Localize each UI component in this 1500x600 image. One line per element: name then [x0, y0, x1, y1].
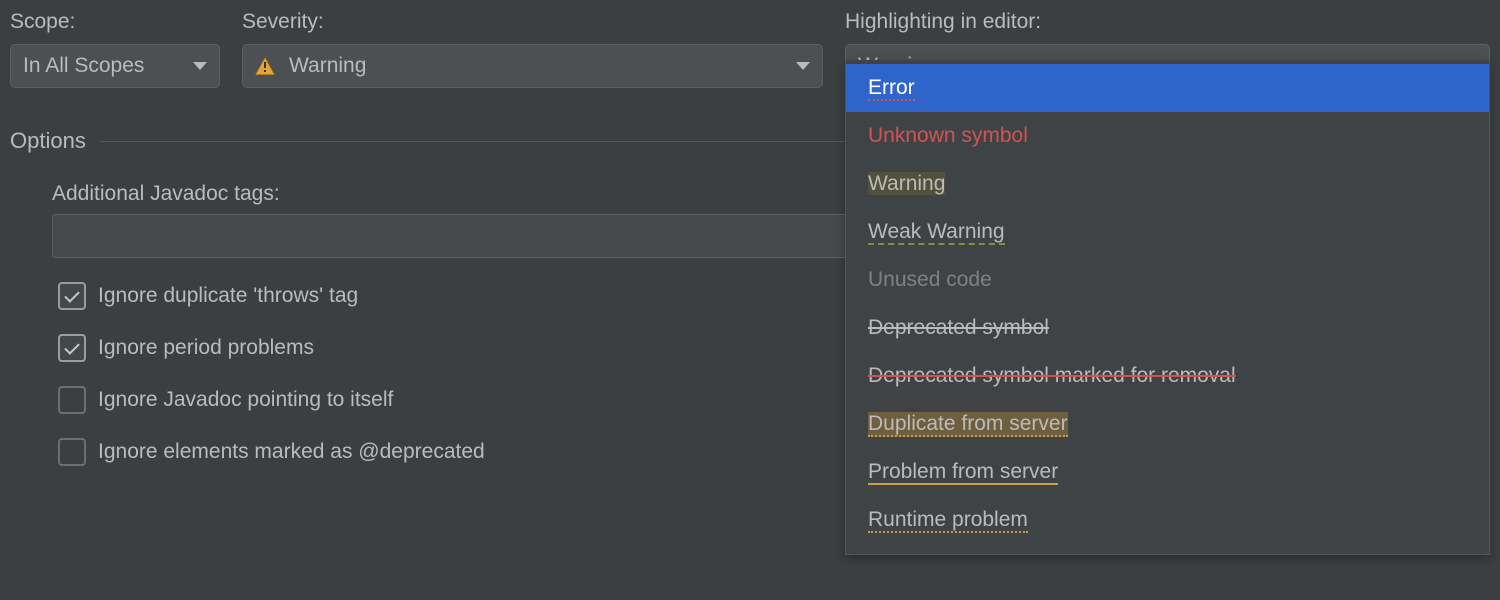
- chevron-down-icon: [796, 62, 810, 70]
- scope-combo[interactable]: In All Scopes: [10, 44, 220, 88]
- highlighting-option-deprecated-rm[interactable]: Deprecated symbol marked for removal: [846, 352, 1489, 400]
- severity-label: Severity:: [242, 10, 823, 34]
- warning-triangle-icon: [255, 57, 275, 75]
- checkbox[interactable]: [58, 282, 86, 310]
- checkbox-label: Ignore Javadoc pointing to itself: [98, 388, 393, 412]
- checkbox[interactable]: [58, 334, 86, 362]
- highlighting-option-dup[interactable]: Duplicate from server: [846, 400, 1489, 448]
- highlighting-label: Highlighting in editor:: [845, 10, 1490, 34]
- checkbox-label: Ignore period problems: [98, 336, 314, 360]
- highlighting-option-weak[interactable]: Weak Warning: [846, 208, 1489, 256]
- highlighting-dropdown: ErrorUnknown symbolWarningWeak WarningUn…: [845, 60, 1490, 555]
- scope-label: Scope:: [10, 10, 220, 34]
- highlighting-option-unknown[interactable]: Unknown symbol: [846, 112, 1489, 160]
- checkbox[interactable]: [58, 438, 86, 466]
- highlighting-option-warning[interactable]: Warning: [846, 160, 1489, 208]
- chevron-down-icon: [193, 62, 207, 70]
- highlighting-option-runtime[interactable]: Runtime problem: [846, 496, 1489, 544]
- checkbox-label: Ignore duplicate 'throws' tag: [98, 284, 358, 308]
- checkbox[interactable]: [58, 386, 86, 414]
- highlighting-option-prob[interactable]: Problem from server: [846, 448, 1489, 496]
- highlighting-option-deprecated[interactable]: Deprecated symbol: [846, 304, 1489, 352]
- highlighting-option-unused[interactable]: Unused code: [846, 256, 1489, 304]
- scope-value: In All Scopes: [23, 54, 144, 78]
- checkbox-label: Ignore elements marked as @deprecated: [98, 440, 485, 464]
- highlighting-option-error[interactable]: Error: [846, 64, 1489, 112]
- severity-combo[interactable]: Warning: [242, 44, 823, 88]
- severity-value: Warning: [289, 54, 366, 78]
- options-title: Options: [10, 128, 100, 154]
